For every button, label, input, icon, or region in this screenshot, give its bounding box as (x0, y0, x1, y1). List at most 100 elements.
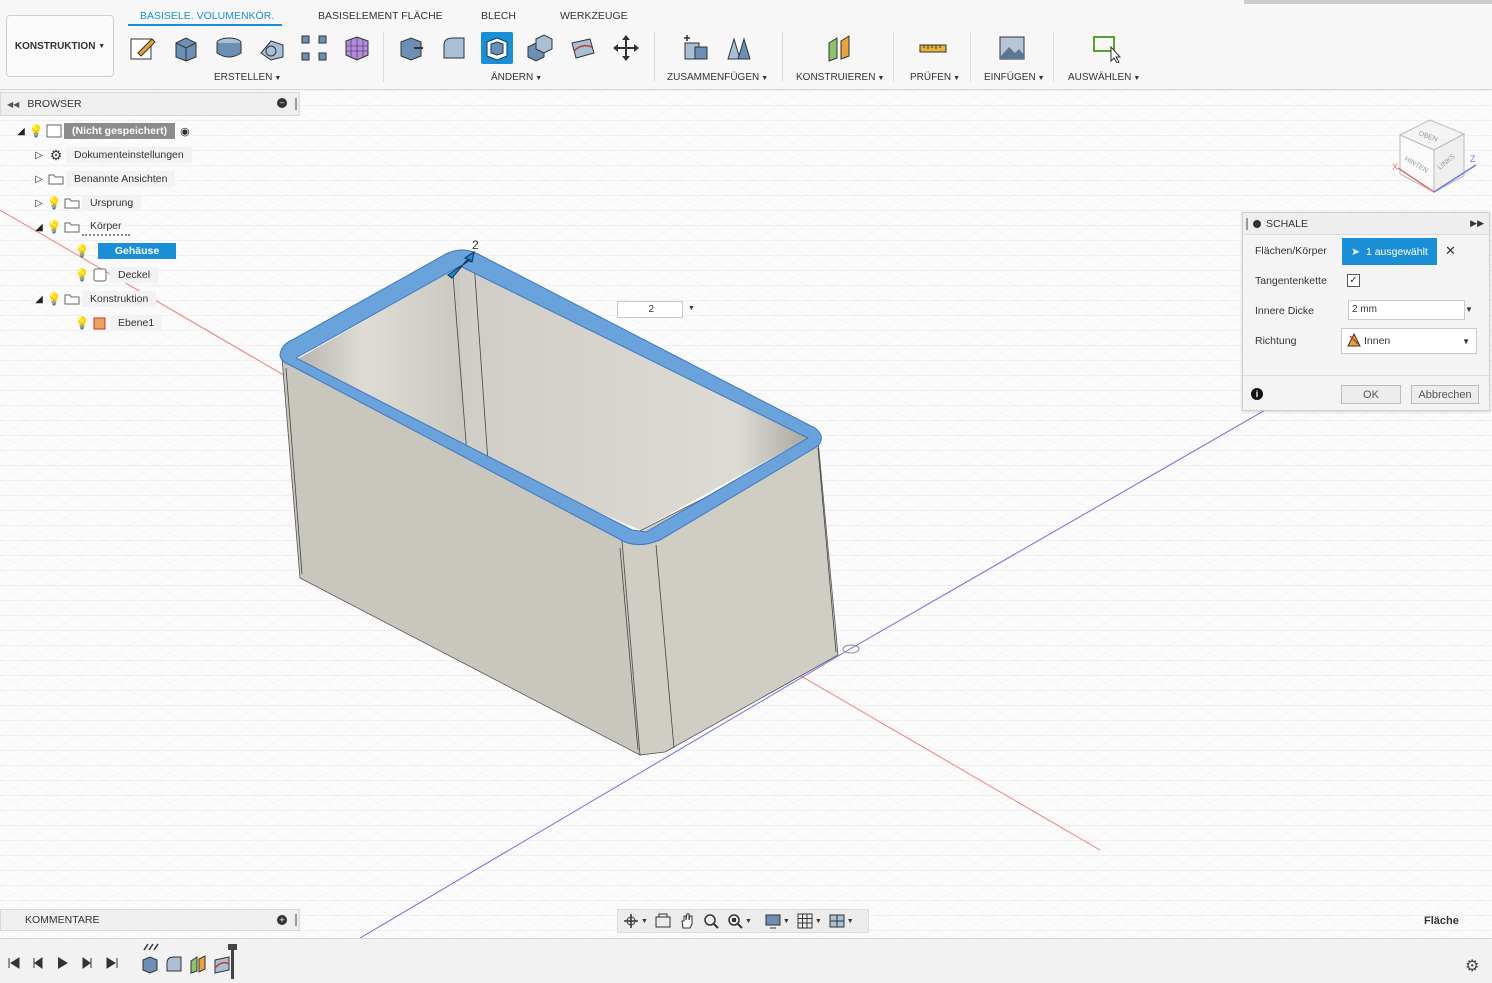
visibility-bulb-icon[interactable]: 💡 (74, 244, 90, 258)
collapse-panel-icon[interactable]: ◀◀ (7, 100, 19, 109)
tree-item-construction[interactable]: ◢ 💡 Konstruktion (32, 289, 157, 309)
visibility-bulb-icon[interactable]: 💡 (74, 268, 90, 282)
loft-button[interactable] (256, 32, 288, 64)
panel-grip[interactable] (295, 914, 297, 926)
tree-item-named-views[interactable]: ▷ Benannte Ansichten (32, 169, 176, 189)
extrude-button[interactable] (170, 32, 202, 64)
grid-settings-button[interactable]: ▼ (796, 912, 822, 930)
chevron-down-icon[interactable]: ▼ (1465, 305, 1473, 314)
thickness-inline-input[interactable]: 2 (617, 301, 683, 318)
look-at-button[interactable] (654, 912, 672, 930)
direction-select[interactable]: Innen ▼ (1341, 328, 1477, 354)
tree-root[interactable]: ◢ 💡 (Nicht gespeichert) ◉ (14, 121, 190, 141)
display-settings-button[interactable]: ▼ (764, 912, 790, 930)
tree-item-bodies[interactable]: ◢ 💡 Körper (32, 217, 130, 237)
tree-label[interactable]: Ursprung (82, 195, 142, 211)
press-pull-button[interactable] (395, 32, 427, 64)
panel-grip[interactable] (295, 98, 297, 110)
expand-arrow-icon[interactable]: ▷ (32, 174, 46, 185)
activate-radio-icon[interactable]: ◉ (180, 125, 190, 138)
shell-button[interactable] (481, 32, 513, 64)
timeline-split-feature[interactable] (212, 954, 232, 974)
comments-panel-header[interactable]: KOMMENTARE + (0, 909, 300, 931)
tree-item-lid[interactable]: 💡 Deckel (74, 265, 159, 285)
tab-tools[interactable]: WERKZEUGE (560, 10, 628, 22)
ok-button[interactable]: OK (1341, 385, 1401, 404)
fillet-button[interactable] (438, 32, 470, 64)
visibility-bulb-icon[interactable]: 💡 (46, 292, 62, 306)
select-button[interactable] (1090, 32, 1122, 64)
tree-label[interactable]: Konstruktion (82, 291, 157, 307)
clear-selection-icon[interactable]: ✕ (1445, 243, 1456, 259)
add-comment-icon[interactable]: + (277, 915, 287, 925)
create-sketch-button[interactable] (127, 32, 159, 64)
visibility-bulb-icon[interactable]: 💡 (46, 196, 62, 210)
workspace-switcher-button[interactable]: KONSTRUKTION ▼ (6, 15, 114, 77)
go-to-start-button[interactable] (6, 955, 22, 971)
visibility-bulb-icon[interactable]: 💡 (28, 124, 44, 138)
browser-panel-header[interactable]: ◀◀ BROWSER – (0, 92, 300, 116)
revolve-button[interactable] (213, 32, 245, 64)
timeline-plane-feature[interactable] (188, 954, 208, 974)
zoom-button[interactable] (702, 912, 720, 930)
collapse-arrow-icon[interactable]: ◢ (32, 294, 46, 305)
tree-label-selected[interactable]: Gehäuse (98, 243, 176, 259)
group-create[interactable]: ERSTELLEN ▼ (214, 72, 281, 83)
form-button[interactable] (341, 32, 373, 64)
fit-button[interactable]: ▼ (726, 912, 752, 930)
group-insert[interactable]: EINFÜGEN ▼ (984, 72, 1045, 83)
visibility-bulb-icon[interactable]: 💡 (74, 316, 90, 330)
tree-item-housing[interactable]: 💡 Gehäuse (74, 241, 176, 261)
view-cube[interactable]: OBEN HINTEN LINKS X Z (1388, 110, 1488, 210)
tree-label[interactable]: Körper (82, 218, 130, 236)
pattern-button[interactable] (298, 32, 330, 64)
tab-sheet-metal[interactable]: BLECH (481, 10, 516, 22)
orbit-button[interactable]: ▼ (622, 912, 648, 930)
dialog-grip[interactable] (1246, 217, 1248, 230)
visibility-bulb-icon[interactable]: 💡 (46, 220, 62, 234)
chevron-down-icon[interactable]: ▼ (688, 305, 695, 312)
tangent-chain-checkbox[interactable]: ✓ (1347, 274, 1360, 287)
timeline-playhead[interactable] (228, 944, 237, 979)
cancel-button[interactable]: Abbrechen (1411, 385, 1479, 404)
faces-selection-button[interactable]: ➤ 1 ausgewählt (1342, 238, 1437, 265)
viewports-button[interactable]: ▼ (828, 912, 854, 930)
tree-label[interactable]: Ebene1 (110, 315, 163, 331)
timeline-fillet-feature[interactable] (164, 954, 184, 974)
combine-button[interactable] (524, 32, 556, 64)
root-document-label[interactable]: (Nicht gespeichert) (64, 123, 176, 139)
offset-plane-button[interactable] (824, 32, 856, 64)
step-back-button[interactable] (30, 955, 46, 971)
tree-label[interactable]: Dokumenteinstellungen (66, 147, 192, 163)
measure-button[interactable] (917, 32, 949, 64)
inner-thickness-input[interactable]: 2 mm (1348, 300, 1465, 320)
tree-item-plane1[interactable]: 💡 Ebene1 (74, 313, 163, 333)
new-component-button[interactable] (680, 32, 712, 64)
expand-dialog-icon[interactable]: ▶▶ (1470, 218, 1484, 229)
dialog-header[interactable]: SCHALE ▶▶ (1243, 213, 1489, 235)
timeline-extrude-feature[interactable] (140, 954, 160, 974)
tab-surface[interactable]: BASISELEMENT FLÄCHE (318, 10, 443, 22)
pan-button[interactable] (678, 912, 696, 930)
collapse-arrow-icon[interactable]: ◢ (14, 126, 28, 137)
insert-image-button[interactable] (996, 32, 1028, 64)
group-select[interactable]: AUSWÄHLEN ▼ (1068, 72, 1140, 83)
tab-solid[interactable]: BASISELE. VOLUMENKÖR. (140, 10, 274, 22)
expand-arrow-icon[interactable]: ▷ (32, 198, 46, 209)
group-modify[interactable]: ÄNDERN ▼ (491, 72, 542, 83)
joint-button[interactable] (723, 32, 755, 64)
group-construct[interactable]: KONSTRUIEREN ▼ (796, 72, 884, 83)
move-button[interactable] (610, 32, 642, 64)
tree-item-origin[interactable]: ▷ 💡 Ursprung (32, 193, 142, 213)
gear-icon[interactable]: ⚙ (1465, 956, 1479, 976)
expand-arrow-icon[interactable]: ▷ (32, 150, 46, 161)
collapse-arrow-icon[interactable]: ◢ (32, 222, 46, 233)
group-inspect[interactable]: PRÜFEN ▼ (910, 72, 960, 83)
go-to-end-button[interactable] (104, 955, 120, 971)
step-forward-button[interactable] (79, 955, 95, 971)
tree-label[interactable]: Deckel (110, 267, 159, 283)
tree-label[interactable]: Benannte Ansichten (66, 171, 176, 187)
group-assemble[interactable]: ZUSAMMENFÜGEN ▼ (667, 72, 768, 83)
replace-face-button[interactable] (567, 32, 599, 64)
info-icon[interactable]: i (1251, 388, 1263, 400)
